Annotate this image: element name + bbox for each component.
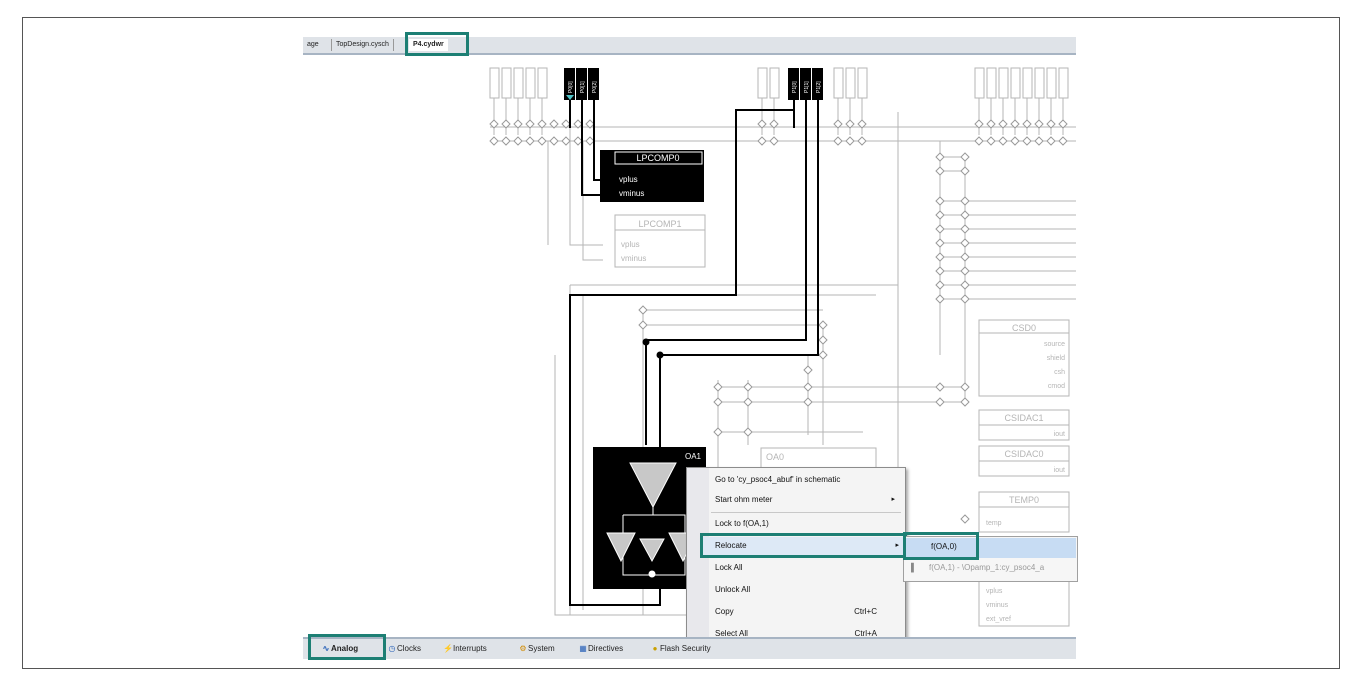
csidac1-iout: iout (1054, 431, 1065, 438)
csd0-cmod: cmod (1048, 383, 1065, 390)
tab-clocks[interactable]: ◷ Clocks (387, 643, 422, 655)
analog-wave-icon: ∿ (322, 644, 330, 653)
menu-icon-strip (687, 468, 709, 646)
top-tab-bar: age TopDesign.cysch P4.cydwr (303, 37, 1076, 55)
oa0-vplus: vplus (986, 588, 1003, 595)
csidac0-iout: iout (1054, 467, 1065, 474)
menu-item-lock-to[interactable]: Lock to f(OA,1) (715, 515, 899, 533)
menu-item-start-ohm-meter[interactable]: Start ohm meter ▸ (715, 491, 899, 509)
temp0-temp: temp (986, 520, 1002, 527)
bottom-tab-bar: ∿ Analog ◷ Clocks ⚡Interrupts ⚙System ▦Dir… (303, 637, 1076, 659)
menu-item-copy[interactable]: Copy Ctrl+C (715, 603, 899, 621)
tab-start-page[interactable]: age (303, 39, 323, 51)
oa1-title: OA1 (685, 452, 702, 461)
directives-icon: ▦ (579, 644, 587, 653)
submenu-item-oa1[interactable]: ▌ f(OA,1) - \Opamp_1:cy_psoc4_a (905, 559, 1076, 579)
tab-topdesign[interactable]: TopDesign.cysch (331, 39, 394, 51)
lpcomp1-block[interactable]: LPCOMP1 vplus vminus (614, 214, 706, 268)
lock-icon: ▌ (911, 563, 917, 572)
pin-p1-0[interactable]: P1[0] (792, 81, 798, 93)
tab-p4-cydwr[interactable]: P4.cydwr (409, 39, 448, 51)
lpcomp0-title: LPCOMP0 (636, 153, 679, 163)
submenu-item-oa0[interactable]: f(OA,0) (905, 538, 1076, 558)
submenu-arrow-icon: ▸ (891, 496, 895, 503)
temp0-block[interactable]: TEMP0 temp (978, 491, 1070, 533)
lpcomp1-vplus: vplus (621, 240, 640, 249)
menu-item-unlock-all[interactable]: Unlock All (715, 581, 899, 599)
csidac1-block[interactable]: CSIDAC1 iout (978, 409, 1070, 441)
submenu-arrow-icon: ▸ (895, 542, 899, 549)
relocate-submenu: f(OA,0) ▌ f(OA,1) - \Opamp_1:cy_psoc4_a (903, 536, 1078, 582)
context-menu: Go to 'cy_psoc4_abuf' in schematic Start… (686, 467, 906, 647)
oa0-ext-vref: ext_vref (986, 616, 1011, 623)
menu-item-relocate[interactable]: Relocate ▸ (703, 537, 903, 555)
csd0-block[interactable]: CSD0 source shield csh cmod (978, 319, 1070, 397)
csidac0-title: CSIDAC0 (1004, 449, 1043, 459)
lpcomp1-vminus: vminus (621, 254, 646, 263)
tab-directives[interactable]: ▦Directives (578, 643, 623, 655)
clock-icon: ◷ (388, 644, 396, 653)
temp0-title: TEMP0 (1009, 495, 1039, 505)
oa0-title: OA0 (766, 452, 784, 462)
pin-p0-0[interactable]: P0[0] (568, 81, 574, 93)
menu-item-lock-all[interactable]: Lock All (715, 559, 899, 577)
lpcomp0-vplus: vplus (619, 175, 638, 184)
csd0-title: CSD0 (1012, 323, 1036, 333)
lpcomp0-block[interactable]: LPCOMP0 vplus vminus (600, 150, 704, 202)
flash-security-icon: ● (652, 644, 658, 653)
pin-p0-2[interactable]: P0[2] (592, 81, 598, 93)
csd0-shield: shield (1047, 355, 1065, 362)
system-icon: ⚙ (519, 644, 527, 653)
csd0-source: source (1044, 341, 1065, 348)
pin-p0-1[interactable]: P0[1] (580, 81, 586, 93)
csd0-csh: csh (1054, 369, 1065, 376)
pin-p1-1[interactable]: P1[1] (804, 81, 810, 93)
csidac1-title: CSIDAC1 (1004, 413, 1043, 423)
lpcomp0-vminus: vminus (619, 189, 644, 198)
menu-item-go-to-schematic[interactable]: Go to 'cy_psoc4_abuf' in schematic (715, 471, 899, 489)
oa0-vminus: vminus (986, 602, 1009, 609)
interrupt-icon: ⚡ (443, 644, 453, 653)
pin-p1-2[interactable]: P1[2] (816, 81, 822, 93)
lpcomp1-title: LPCOMP1 (638, 219, 681, 229)
csidac0-block[interactable]: CSIDAC0 iout (978, 445, 1070, 477)
copy-shortcut: Ctrl+C (854, 607, 877, 616)
tab-flash-security[interactable]: ● Flash Security (650, 643, 711, 655)
tab-system[interactable]: ⚙System (518, 643, 554, 655)
tab-interrupts[interactable]: ⚡Interrupts (443, 643, 487, 655)
tab-analog[interactable]: ∿ Analog (321, 643, 358, 655)
menu-separator (711, 512, 901, 513)
